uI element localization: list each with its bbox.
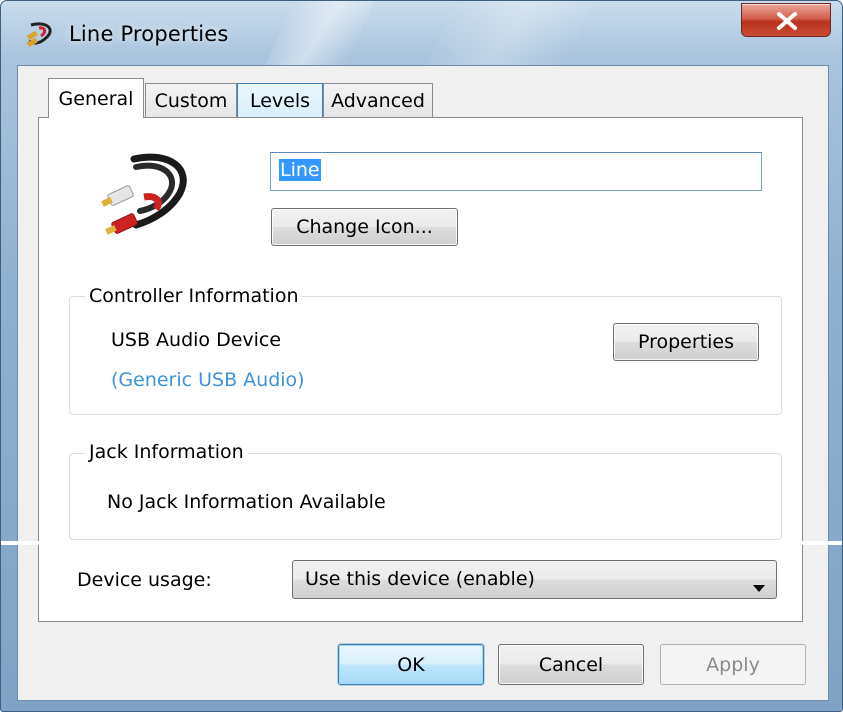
tab-advanced-label: Advanced [331,89,425,112]
properties-label: Properties [637,331,735,353]
jack-information-legend: Jack Information [85,441,248,463]
tab-general[interactable]: General [48,78,144,118]
cancel-button[interactable]: Cancel [498,644,644,685]
device-usage-selected: Use this device (enable) [305,568,535,590]
change-icon-button[interactable]: Change Icon... [271,208,458,246]
device-usage-label: Device usage: [77,569,212,591]
controller-information-legend: Controller Information [85,285,303,307]
tab-levels[interactable]: Levels [237,83,323,117]
ok-button[interactable]: OK [338,644,484,685]
controller-driver-name: (Generic USB Audio) [111,369,305,391]
properties-button[interactable]: Properties [613,323,759,361]
line-properties-window: Line Properties General Custom Levels Ad… [0,0,843,712]
device-name-value: Line [279,159,321,181]
device-name-field[interactable]: Line [270,152,762,191]
chevron-down-icon [752,576,766,598]
close-button[interactable] [741,3,831,37]
tab-advanced[interactable]: Advanced [323,83,433,117]
change-icon-label: Change Icon... [296,216,433,238]
rca-cable-icon [25,19,59,49]
tab-custom[interactable]: Custom [145,83,237,117]
window-title: Line Properties [69,22,229,46]
tab-general-label: General [58,87,134,110]
close-icon [777,12,797,30]
jack-information-text: No Jack Information Available [107,491,386,513]
apply-label: Apply [706,653,760,676]
tab-levels-label: Levels [249,89,311,112]
cancel-label: Cancel [538,653,604,676]
ok-label: OK [397,653,425,676]
frame-divider [1,541,842,545]
controller-device-name: USB Audio Device [111,329,282,351]
rca-cable-icon [100,149,210,241]
device-usage-dropdown[interactable]: Use this device (enable) [292,560,777,599]
title-bar[interactable]: Line Properties [1,1,842,63]
apply-button: Apply [660,644,806,685]
tab-custom-label: Custom [154,89,228,112]
